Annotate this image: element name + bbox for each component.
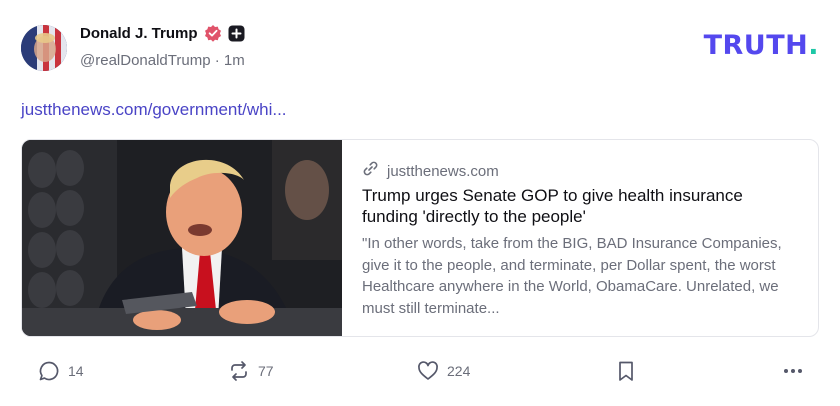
plus-badge-icon [228,25,245,42]
post-link[interactable]: justthenews.com/government/whi... [21,100,287,120]
brand-dot: . [808,30,819,61]
action-bar: 14 77 224 [0,356,840,386]
meta-separator: · [214,52,220,69]
brand-name: TRUTH [703,30,809,61]
link-icon [362,160,379,182]
like-button[interactable]: 224 [417,360,470,382]
brand-logo[interactable]: TRUTH. [704,32,819,59]
card-description: "In other words, take from the BIG, BAD … [362,235,782,317]
card-domain: justthenews.com [387,162,499,180]
post-time[interactable]: 1m [224,52,245,69]
bookmark-icon [616,360,636,382]
retruth-count: 77 [258,363,274,379]
author-handle[interactable]: @realDonaldTrump [80,52,211,69]
news-photo-image [22,140,342,336]
more-dots-icon [782,360,804,382]
speech-bubble-icon [38,360,60,382]
author-meta: @realDonaldTrump · 1m [80,52,245,69]
bookmark-button[interactable] [616,360,636,382]
verified-badge-icon [204,24,222,42]
more-button[interactable] [782,360,804,382]
heart-icon [417,360,439,382]
card-title: Trump urges Senate GOP to give health in… [362,186,743,226]
reply-button[interactable]: 14 [38,360,84,382]
display-name[interactable]: Donald J. Trump [80,25,198,42]
repost-arrows-icon [228,360,250,382]
author-name-row: Donald J. Trump [80,24,245,42]
reply-count: 14 [68,363,84,379]
like-count: 224 [447,363,471,379]
retruth-button[interactable]: 77 [228,360,274,382]
link-card[interactable]: justthenews.com Trump urges Senate GOP t… [21,139,819,337]
avatar[interactable] [21,25,67,71]
avatar-image [21,25,67,71]
card-domain-row: justthenews.com [362,160,499,182]
